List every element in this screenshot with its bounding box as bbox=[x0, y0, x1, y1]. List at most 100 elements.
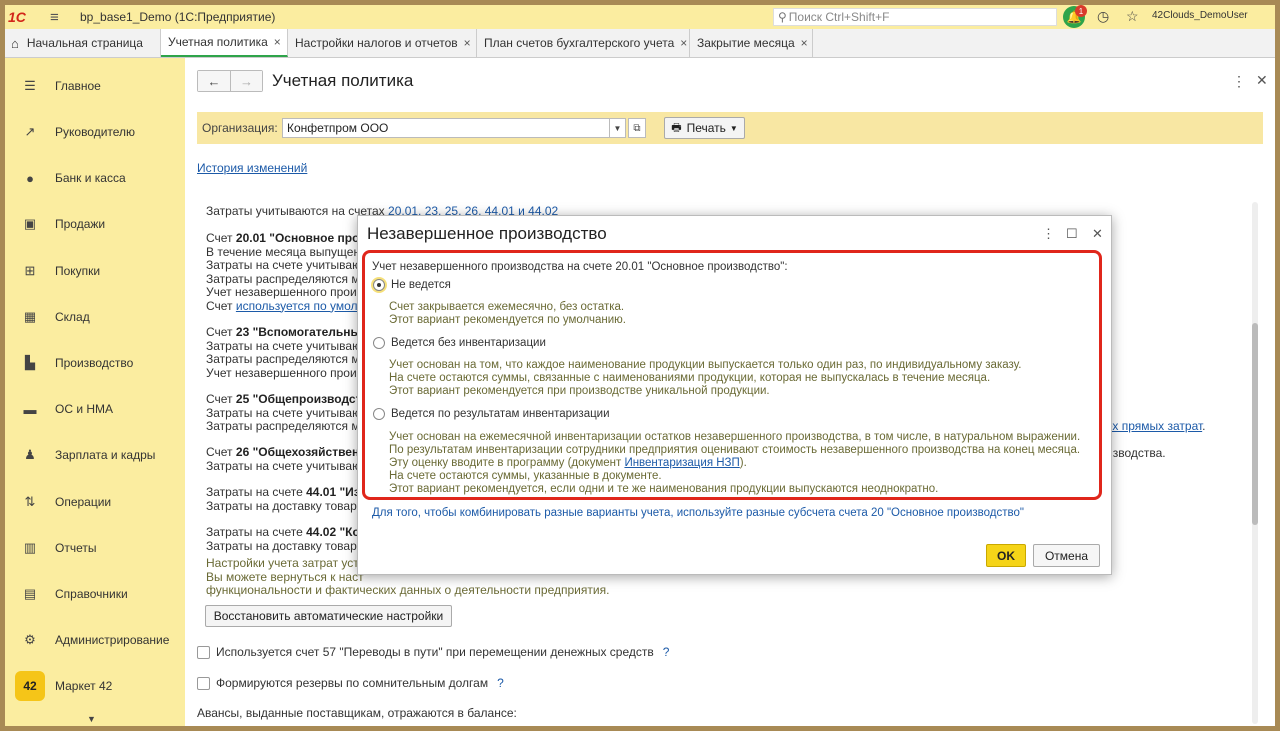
app-window: 1С ≡ bp_base1_Demo (1С:Предприятие) ⚲ По… bbox=[5, 5, 1275, 726]
reserves-row: Формируются резервы по сомнительным долг… bbox=[197, 676, 504, 690]
cancel-button[interactable]: Отмена bbox=[1033, 544, 1100, 567]
production-fragment: изводства. bbox=[1106, 446, 1166, 460]
help-icon[interactable]: ? bbox=[663, 645, 670, 659]
close-icon[interactable]: ✕ bbox=[1256, 72, 1268, 89]
text: Счет bbox=[206, 392, 236, 406]
bar-chart-icon: ▥ bbox=[23, 540, 37, 555]
sidebar-item-operations[interactable]: ⇅ Операции bbox=[5, 487, 185, 517]
search-input[interactable]: ⚲ Поиск Ctrl+Shift+F bbox=[773, 8, 1057, 26]
close-icon[interactable]: ✕ bbox=[1092, 226, 1103, 242]
restore-settings-button[interactable]: Восстановить автоматические настройки bbox=[205, 605, 452, 627]
more-options-icon[interactable]: ⋮ bbox=[1042, 226, 1055, 242]
tab-accounting-policy[interactable]: Учетная политика × bbox=[161, 29, 288, 57]
text: Затраты распределяются м bbox=[206, 352, 360, 366]
option-note: Этот вариант рекомендуется при производс… bbox=[389, 385, 770, 397]
sidebar-item-production[interactable]: ▙ Производство bbox=[5, 348, 185, 378]
sidebar-item-label: Покупки bbox=[55, 264, 101, 278]
truck-icon: ▬ bbox=[23, 401, 37, 417]
option-label[interactable]: Ведется по результатам инвентаризации bbox=[391, 408, 610, 422]
notification-count-badge: 1 bbox=[1075, 5, 1087, 17]
app-title: bp_base1_Demo (1С:Предприятие) bbox=[80, 10, 276, 24]
wip-question: Учет незавершенного производства на счет… bbox=[372, 261, 788, 273]
bag-icon: ▣ bbox=[23, 216, 37, 231]
direct-costs-link[interactable]: ех прямых затрат bbox=[1106, 419, 1202, 433]
sidebar-item-bank[interactable]: ● Банк и касса bbox=[5, 163, 185, 193]
favorites-star-icon[interactable]: ☆ bbox=[1126, 8, 1139, 25]
organization-label: Организация: bbox=[202, 121, 278, 135]
account-heading: 26 "Общехозяйствен bbox=[235, 445, 360, 459]
option-label[interactable]: Ведется без инвентаризации bbox=[391, 337, 546, 351]
tab-month-closing[interactable]: Закрытие месяца × bbox=[690, 29, 813, 57]
sidebar-item-admin[interactable]: ⚙ Администрирование bbox=[5, 625, 185, 655]
forward-arrow-icon[interactable]: → bbox=[230, 71, 262, 91]
cb57-row: Используется счет 57 "Переводы в пути" п… bbox=[197, 645, 669, 659]
ok-button[interactable]: OK bbox=[986, 544, 1026, 567]
reserves-checkbox[interactable] bbox=[197, 676, 210, 690]
close-icon[interactable]: × bbox=[464, 36, 471, 50]
history-link[interactable]: История изменений bbox=[197, 161, 307, 175]
sidebar-item-manager[interactable]: ↗ Руководителю bbox=[5, 117, 185, 147]
open-form-icon[interactable]: ⧉ bbox=[628, 118, 646, 138]
radio-not-kept[interactable] bbox=[373, 279, 385, 291]
tab-tax-settings[interactable]: Настройки налогов и отчетов × bbox=[288, 29, 477, 57]
text: Затраты на счете учитываю bbox=[206, 405, 362, 420]
organization-field[interactable]: Конфетпром ООО bbox=[282, 118, 610, 138]
close-icon[interactable]: × bbox=[680, 36, 687, 50]
sidebar-item-fixed-assets[interactable]: ▬ ОС и НМА bbox=[5, 394, 185, 424]
close-icon[interactable]: × bbox=[274, 35, 281, 49]
menu-icon: ☰ bbox=[24, 78, 36, 93]
print-button[interactable]: 🖶 Печать ▼ bbox=[664, 117, 745, 139]
text: В течение месяца выпущен bbox=[206, 244, 361, 259]
option-note: По результатам инвентаризации сотрудники… bbox=[389, 444, 1081, 456]
sidebar-item-sales[interactable]: ▣ Продажи bbox=[5, 209, 185, 239]
gear-icon: ⚙ bbox=[24, 632, 36, 647]
scrollbar-thumb[interactable] bbox=[1252, 323, 1258, 525]
tab-chart-of-accounts[interactable]: План счетов бухгалтерского учета × bbox=[477, 29, 690, 57]
sidebar-item-directories[interactable]: ▤ Справочники bbox=[5, 579, 185, 609]
cb57-checkbox[interactable] bbox=[197, 645, 210, 659]
sidebar-item-purchases[interactable]: ⊞ Покупки bbox=[5, 256, 185, 286]
account-heading: 44.01 "Из bbox=[306, 485, 360, 499]
option-label[interactable]: Не ведется bbox=[391, 279, 451, 293]
more-options-icon[interactable]: ⋮ bbox=[1232, 73, 1246, 90]
market-icon: 42 bbox=[15, 671, 45, 701]
sidebar-item-warehouse[interactable]: ▦ Склад bbox=[5, 302, 185, 332]
dropdown-arrow-icon[interactable]: ▼ bbox=[609, 118, 626, 138]
sidebar-item-market[interactable]: 42 Маркет 42 bbox=[5, 671, 185, 701]
text: Счет bbox=[206, 298, 236, 313]
default-usage-link[interactable]: используется по умолч bbox=[236, 299, 364, 313]
print-label: Печать bbox=[686, 121, 726, 135]
hamburger-menu-icon[interactable]: ≡ bbox=[50, 9, 64, 26]
sidebar-item-label: Руководителю bbox=[55, 125, 136, 139]
text: Затраты распределяются м bbox=[206, 419, 360, 433]
tab-label: Учетная политика bbox=[168, 35, 268, 49]
sidebar-item-label: Маркет 42 bbox=[55, 679, 113, 693]
tab-label: План счетов бухгалтерского учета bbox=[484, 36, 675, 50]
tab-home[interactable]: ⌂ Начальная страница bbox=[5, 29, 161, 57]
history-clock-icon[interactable]: ◷ bbox=[1097, 8, 1109, 25]
sidebar-item-reports[interactable]: ▥ Отчеты bbox=[5, 533, 185, 563]
account-4402-block: Затраты на счете 44.02 "Ко Затраты на до… bbox=[206, 525, 360, 553]
text: Счет bbox=[206, 325, 236, 339]
text: Учет незавершенного произ bbox=[206, 285, 363, 299]
search-icon: ⚲ bbox=[778, 10, 787, 24]
text: ). bbox=[739, 457, 747, 469]
wip-dialog: Незавершенное производство ⋮ ☐ ✕ Учет не… bbox=[357, 215, 1112, 575]
inventory-wip-link[interactable]: Инвентаризация НЗП bbox=[624, 457, 739, 469]
help-icon[interactable]: ? bbox=[497, 676, 504, 690]
back-arrow-icon[interactable]: ← bbox=[198, 71, 230, 91]
coin-icon: ● bbox=[26, 170, 34, 186]
radio-by-inventory[interactable] bbox=[373, 408, 385, 420]
maximize-icon[interactable]: ☐ bbox=[1066, 226, 1078, 242]
tab-label: Настройки налогов и отчетов bbox=[295, 36, 458, 50]
chevron-down-icon[interactable]: ▼ bbox=[87, 714, 96, 724]
text: Эту оценку вводите в программу (документ bbox=[389, 457, 625, 469]
sidebar-item-salary[interactable]: ♟ Зарплата и кадры bbox=[5, 440, 185, 470]
cart-icon: ⊞ bbox=[24, 263, 36, 278]
combine-variants-note: Для того, чтобы комбинировать разные вар… bbox=[372, 507, 1024, 519]
radio-without-inventory[interactable] bbox=[373, 337, 385, 349]
sidebar-item-main[interactable]: ☰ Главное bbox=[5, 71, 185, 101]
close-icon[interactable]: × bbox=[801, 36, 808, 50]
sidebar-item-label: Производство bbox=[55, 356, 134, 370]
user-name[interactable]: 42Clouds_DemoUser bbox=[1152, 10, 1248, 21]
